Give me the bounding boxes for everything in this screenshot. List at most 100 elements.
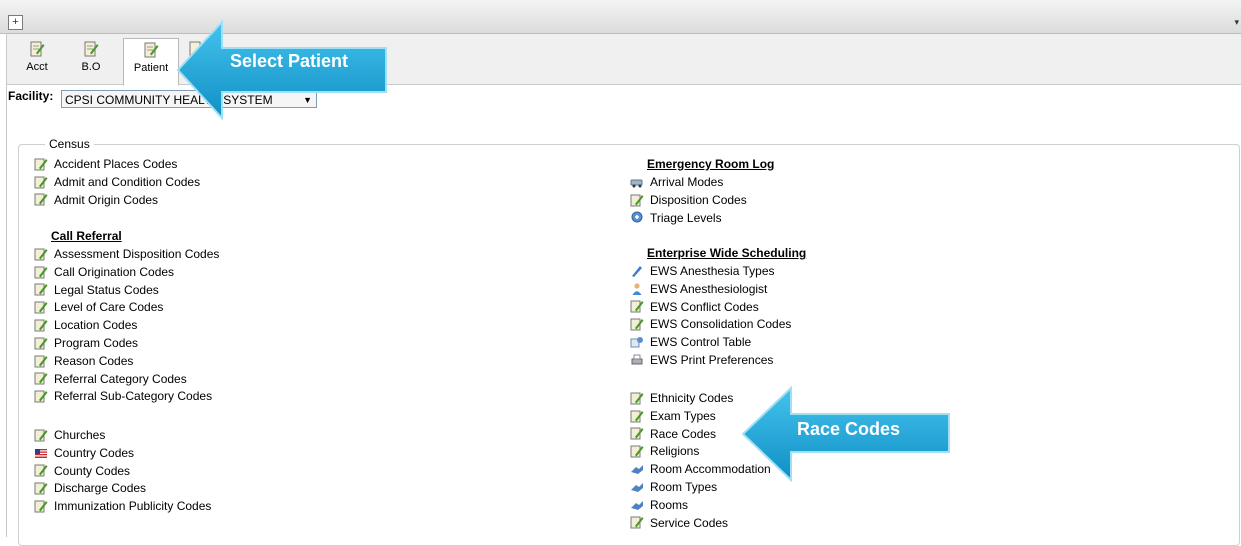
census-group bbox=[18, 144, 1240, 546]
edit-note-icon bbox=[84, 41, 99, 57]
link-label: EWS Conflict Codes bbox=[650, 299, 759, 314]
left-border bbox=[6, 33, 7, 537]
expand-icon[interactable]: + bbox=[8, 15, 23, 30]
link-label: Call Origination Codes bbox=[54, 264, 175, 279]
link-program-codes[interactable]: Program Codes bbox=[34, 335, 138, 352]
link-label: EWS Print Preferences bbox=[650, 353, 774, 367]
link-religions[interactable]: Religions bbox=[630, 443, 699, 460]
section-header-emergency-room-log: Emergency Room Log bbox=[647, 157, 775, 171]
link-assessment-disposition-codes[interactable]: Assessment Disposition Codes bbox=[34, 246, 219, 263]
room-icon bbox=[631, 465, 643, 475]
link-exam-types[interactable]: Exam Types bbox=[630, 408, 716, 425]
link-admit-and-condition-codes[interactable]: Admit and Condition Codes bbox=[34, 174, 200, 191]
tab-acct[interactable]: Acct bbox=[13, 38, 61, 82]
link-label: Exam Types bbox=[650, 408, 716, 423]
pen-icon bbox=[632, 265, 642, 277]
menu-dropdown-icon[interactable]: ▾ bbox=[1234, 17, 1239, 28]
section-header-call-referral: Call Referral bbox=[51, 229, 122, 243]
link-label: Religions bbox=[650, 444, 700, 459]
link-label: Location Codes bbox=[54, 318, 138, 333]
link-disposition-codes[interactable]: Disposition Codes bbox=[630, 192, 747, 209]
link-ews-print-preferences[interactable]: EWS Print Preferences bbox=[630, 352, 773, 369]
link-ews-anesthesia-types[interactable]: EWS Anesthesia Types bbox=[630, 263, 775, 280]
edit-note-icon bbox=[34, 337, 48, 350]
link-label: Referral Category Codes bbox=[54, 371, 187, 386]
edit-note-icon bbox=[30, 41, 45, 57]
link-label: Admit Origin Codes bbox=[54, 192, 159, 207]
link-label: EWS Consolidation Codes bbox=[650, 317, 792, 332]
control-table-icon bbox=[630, 337, 643, 348]
link-ews-conflict-codes[interactable]: EWS Conflict Codes bbox=[630, 299, 759, 316]
tab-label: Acct bbox=[26, 61, 48, 73]
link-label: Room Types bbox=[650, 480, 718, 494]
edit-note-icon bbox=[630, 427, 644, 440]
link-label: Referral Sub-Category Codes bbox=[54, 389, 213, 404]
link-level-of-care-codes[interactable]: Level of Care Codes bbox=[34, 299, 163, 316]
link-label: Arrival Modes bbox=[650, 175, 724, 189]
link-location-codes[interactable]: Location Codes bbox=[34, 317, 137, 334]
edit-note-icon bbox=[34, 248, 48, 261]
link-label: County Codes bbox=[54, 463, 131, 478]
link-accident-places-codes[interactable]: Accident Places Codes bbox=[34, 156, 177, 173]
link-label: Triage Levels bbox=[650, 210, 722, 225]
link-label: EWS Anesthesiologist bbox=[650, 281, 768, 296]
tab-bo[interactable]: B.O bbox=[67, 38, 115, 82]
select-patient-callout-label: Select Patient bbox=[230, 51, 349, 71]
link-ews-anesthesiologist[interactable]: EWS Anesthesiologist bbox=[630, 281, 767, 298]
link-admit-origin-codes[interactable]: Admit Origin Codes bbox=[34, 192, 158, 209]
tab-label: Patient bbox=[133, 62, 169, 74]
link-referral-sub-category-codes[interactable]: Referral Sub-Category Codes bbox=[34, 388, 212, 405]
link-county-codes[interactable]: County Codes bbox=[34, 463, 130, 480]
link-label: Legal Status Codes bbox=[54, 282, 159, 297]
link-referral-category-codes[interactable]: Referral Category Codes bbox=[34, 371, 187, 388]
link-churches[interactable]: Churches bbox=[34, 427, 105, 444]
race-codes-callout-label: Race Codes bbox=[797, 419, 901, 439]
edit-note-icon bbox=[34, 283, 48, 296]
edit-note-icon bbox=[34, 429, 48, 442]
link-rooms[interactable]: Rooms bbox=[630, 497, 688, 514]
facility-label: Facility: bbox=[8, 89, 54, 103]
edit-note-icon bbox=[630, 445, 644, 458]
tab-patient[interactable]: Patient bbox=[123, 38, 179, 86]
link-label: Service Codes bbox=[650, 515, 729, 530]
link-legal-status-codes[interactable]: Legal Status Codes bbox=[34, 282, 159, 299]
link-immunization-publicity-codes[interactable]: Immunization Publicity Codes bbox=[34, 498, 211, 515]
link-ews-consolidation-codes[interactable]: EWS Consolidation Codes bbox=[630, 316, 791, 333]
link-label: EWS Control Table bbox=[650, 335, 752, 350]
edit-note-icon bbox=[34, 319, 48, 332]
link-label: Assessment Disposition Codes bbox=[54, 247, 220, 261]
link-arrival-modes[interactable]: Arrival Modes bbox=[630, 174, 723, 191]
link-service-codes[interactable]: Service Codes bbox=[630, 515, 728, 532]
link-label: Accident Places Codes bbox=[54, 157, 178, 171]
edit-note-icon bbox=[34, 176, 48, 189]
person-icon bbox=[632, 283, 642, 295]
edit-note-icon bbox=[34, 355, 48, 368]
link-triage-levels[interactable]: Triage Levels bbox=[630, 210, 722, 227]
edit-note-icon bbox=[34, 266, 48, 279]
link-room-types[interactable]: Room Types bbox=[630, 479, 717, 496]
link-ews-control-table[interactable]: EWS Control Table bbox=[630, 334, 751, 351]
ambulance-icon bbox=[630, 179, 643, 188]
link-reason-codes[interactable]: Reason Codes bbox=[34, 353, 133, 370]
link-label: Reason Codes bbox=[54, 353, 134, 368]
edit-note-icon bbox=[34, 500, 48, 513]
edit-note-icon bbox=[34, 482, 48, 495]
link-call-origination-codes[interactable]: Call Origination Codes bbox=[34, 264, 174, 281]
link-label: Immunization Publicity Codes bbox=[54, 499, 212, 514]
link-discharge-codes[interactable]: Discharge Codes bbox=[34, 480, 146, 497]
link-label: Ethnicity Codes bbox=[650, 391, 734, 405]
edit-note-icon bbox=[34, 193, 48, 206]
link-label: Race Codes bbox=[650, 426, 717, 441]
link-ethnicity-codes[interactable]: Ethnicity Codes bbox=[630, 390, 733, 407]
link-label: Discharge Codes bbox=[54, 481, 147, 496]
link-label: EWS Anesthesia Types bbox=[650, 264, 775, 278]
edit-note-icon bbox=[34, 464, 48, 477]
link-country-codes[interactable]: Country Codes bbox=[34, 445, 134, 462]
link-race-codes[interactable]: Race Codes bbox=[630, 426, 716, 443]
edit-note-icon bbox=[630, 300, 644, 313]
edit-note-icon bbox=[630, 194, 644, 207]
room-icon bbox=[631, 482, 643, 492]
section-header-enterprise-wide-scheduling: Enterprise Wide Scheduling bbox=[647, 246, 807, 260]
printer-icon bbox=[631, 354, 643, 365]
edit-note-icon bbox=[34, 301, 48, 314]
